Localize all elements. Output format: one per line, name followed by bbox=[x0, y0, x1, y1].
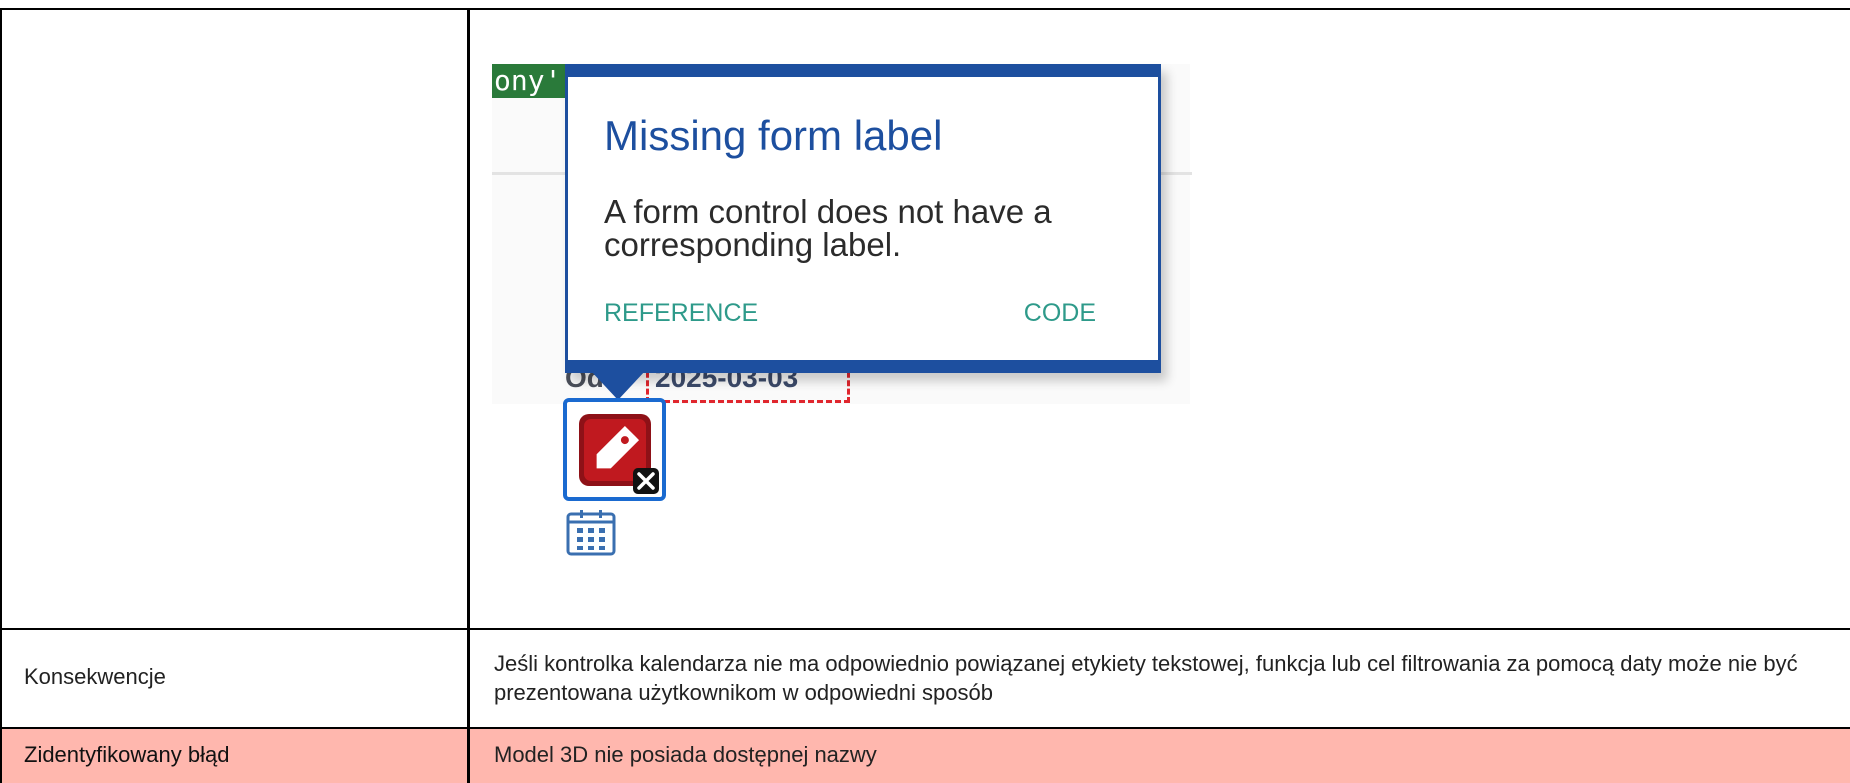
calendar-icon[interactable] bbox=[566, 508, 616, 556]
table-column-divider bbox=[467, 8, 470, 783]
table-border-top bbox=[0, 8, 1850, 10]
popup-pointer bbox=[590, 370, 646, 400]
popup-top-bar bbox=[568, 67, 1158, 77]
popup-bottom-bar bbox=[568, 360, 1158, 370]
tag-error-graphic bbox=[579, 414, 659, 494]
issue-popup: Missing form label A form control does n… bbox=[565, 64, 1161, 373]
row-label-identified-error: Zidentyfikowany błąd bbox=[24, 742, 230, 767]
tag-error-icon[interactable] bbox=[563, 398, 666, 501]
table-row-divider bbox=[0, 727, 1850, 729]
row-text-identified-error: Model 3D nie posiada dostępnej nazwy bbox=[494, 742, 877, 767]
popup-title: Missing form label bbox=[604, 112, 943, 159]
calendar-graphic bbox=[566, 510, 616, 556]
table-border-left bbox=[0, 8, 2, 783]
table-row-divider bbox=[0, 628, 1850, 630]
popup-description: A form control does not have a correspon… bbox=[604, 193, 1052, 263]
row-text-consequences: Jeśli kontrolka kalendarza nie ma odpowi… bbox=[494, 651, 1798, 705]
code-link[interactable]: CODE bbox=[1024, 299, 1096, 328]
row-label-consequences: Konsekwencje bbox=[24, 664, 166, 689]
reference-link[interactable]: REFERENCE bbox=[604, 299, 758, 328]
